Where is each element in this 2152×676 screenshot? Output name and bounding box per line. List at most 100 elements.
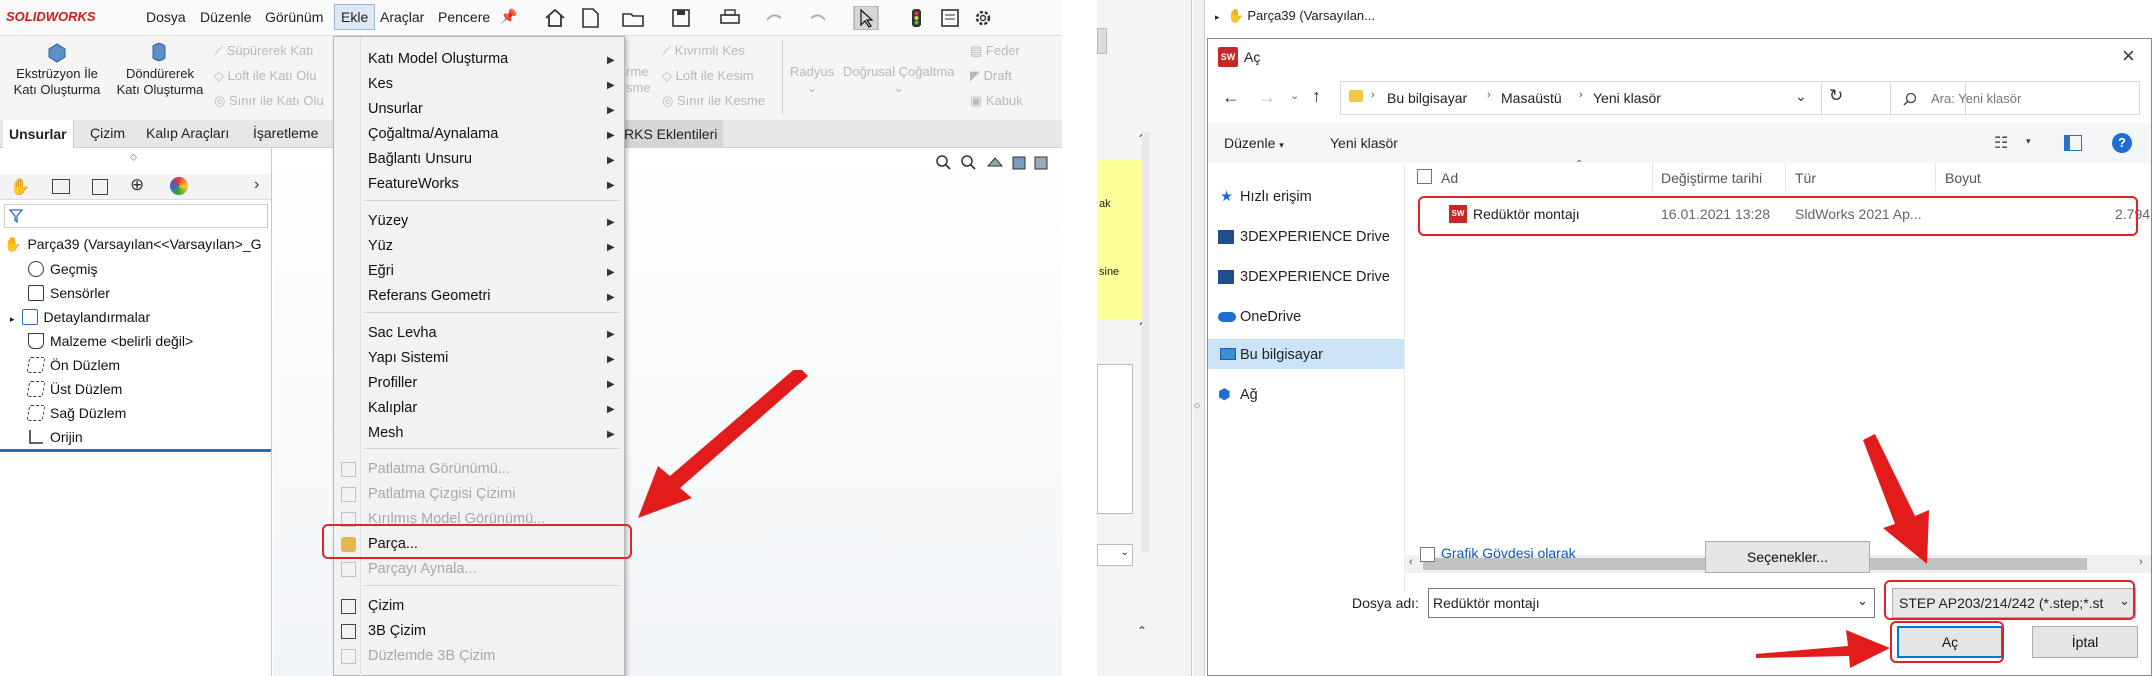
tab-isaretleme[interactable]: İşaretleme [247,125,324,141]
view-list-icon[interactable]: ☷ [1994,133,2008,153]
tree-item-right-plane[interactable]: Sağ Düzlem [26,405,126,421]
splitter[interactable]: ⬦ [1193,0,1205,676]
swept-cut-button[interactable]: ⟋ Kıvrımlı Kes [662,43,745,59]
chevron-right-icon[interactable]: › [254,176,259,194]
nav-network[interactable]: ⬢ Ağ [1218,387,1258,403]
menu-duzenle[interactable]: Düzenle [200,9,251,25]
breadcrumb-masaustu[interactable]: Masaüstü [1501,90,1562,106]
property-manager-tab-icon[interactable] [52,179,70,194]
print-icon[interactable] [720,9,740,24]
menu-item-8[interactable]: Eğri [368,263,394,279]
chevron-down-icon[interactable]: ⌄ [1795,88,1807,105]
tree-item-annotations[interactable]: ▸ Detaylandırmalar [10,309,150,325]
tab-cizim[interactable]: Çizim [84,125,131,141]
linear-pattern-button[interactable]: Doğrusal Çoğaltma ⌄ [843,64,954,96]
revolve-icon[interactable] [148,41,170,63]
tree-item-top-plane[interactable]: Üst Düzlem [26,381,122,397]
menu-item-3[interactable]: Çoğaltma/Aynalama [368,126,498,142]
organize-button[interactable]: Düzenle ▾ [1224,135,1284,151]
menu-item-5[interactable]: FeatureWorks [368,176,459,192]
fillet-button[interactable]: Radyus ⌄ [790,64,834,96]
section-view-icon[interactable] [1012,156,1026,170]
menu-item-14[interactable]: Mesh [368,425,403,441]
file-properties-icon[interactable] [941,9,959,27]
tree-item-material[interactable]: Malzeme <belirli değil> [28,333,193,349]
menu-item-7[interactable]: Yüz [368,238,393,254]
nav-3dexperience-drive-2[interactable]: 3DEXPERIENCE Drive [1218,269,1390,285]
menu-item-6[interactable]: Yüzey [368,213,408,229]
revolve-button[interactable]: Döndürerek Katı Oluşturma [110,66,210,98]
menu-dosya[interactable]: Dosya [146,9,186,25]
tree-root[interactable]: ✋ Parça39 (Varsayılan<<Varsayılan>_G [4,236,262,253]
cancel-button[interactable]: İptal [2032,626,2138,658]
search-input[interactable]: Ara: Yeni klasör [1890,81,2140,115]
display-manager-tab-icon[interactable] [170,177,188,195]
new-document-icon[interactable] [582,8,599,28]
save-icon[interactable] [672,9,690,27]
panel-splitter-icon[interactable]: ⬦ [130,152,137,163]
nav-onedrive[interactable]: OneDrive [1218,309,1301,325]
menu-item-22[interactable]: Düzlemde 3B Çizim [368,648,495,664]
configuration-tab-icon[interactable] [92,179,108,195]
preview-pane-icon[interactable] [2064,135,2082,151]
filter-box[interactable] [4,204,268,228]
up-arrow-icon[interactable]: ↑ [1312,86,1321,107]
breadcrumb-bu-bilgisayar[interactable]: Bu bilgisayar [1387,90,1467,106]
graphics-body-label[interactable]: Grafik Gövdesi olarak [1441,545,1576,561]
address-bar[interactable]: › Bu bilgisayar › Masaüstü › Yeni klasör… [1340,81,1966,115]
back-arrow-icon[interactable]: ← [1222,87,1240,108]
nav-quick-access[interactable]: ★ Hızlı erişim [1220,189,1312,205]
chevron-up-icon-3[interactable]: ⌃ [1137,624,1147,638]
open-folder-icon[interactable] [622,13,644,27]
sweep-button[interactable]: ⟋ Süpürerek Katı [214,43,313,59]
rollback-bar[interactable] [0,449,271,452]
zoom-area-icon[interactable] [961,155,976,170]
options-button[interactable]: Seçenekler... [1705,541,1870,573]
menu-item-13[interactable]: Kalıplar [368,400,417,416]
menu-item-15[interactable]: Patlatma Görünümü... [368,461,510,477]
loft-button[interactable]: ◇ Loft ile Katı Olu [214,68,317,84]
feature-manager-tab-icon[interactable]: ✋ [10,177,30,197]
rib-button[interactable]: ▤ Feder [970,43,1020,59]
tab-addins[interactable]: RKS Eklentileri [618,120,724,148]
select-all-checkbox[interactable] [1417,169,1432,184]
tree-item-origin[interactable]: Orijin [28,429,83,445]
menu-item-1[interactable]: Kes [368,76,393,92]
previous-view-icon[interactable] [986,157,1004,167]
view-orientation-icon[interactable] [1034,156,1048,170]
menu-item-16[interactable]: Patlatma Çizgisi Çizimi [368,486,515,502]
menu-item-20[interactable]: Çizim [368,598,404,614]
menu-item-12[interactable]: Profiller [368,375,417,391]
gear-icon[interactable] [975,10,991,26]
graphics-body-checkbox[interactable] [1420,547,1435,562]
menu-gorunum[interactable]: Görünüm [265,9,323,25]
chevron-down-icon[interactable]: ⌄ [1857,593,1868,609]
tab-kalip-araclari[interactable]: Kalıp Araçları [140,125,235,141]
nav-this-pc[interactable]: Bu bilgisayar [1220,347,1323,363]
shell-button[interactable]: ▣ Kabuk [970,93,1023,109]
column-name[interactable]: Ad [1441,170,1458,186]
traffic-light-icon[interactable] [912,9,921,27]
menu-pencere[interactable]: Pencere [438,9,490,25]
expand-icon[interactable]: ▸ [10,314,15,324]
column-type[interactable]: Tür [1795,170,1816,186]
redo-icon[interactable] [810,14,826,21]
zoom-to-fit-icon[interactable] [936,155,951,170]
loft-cut-button[interactable]: ◇ Loft ile Kesim [662,68,754,84]
tree-item-history[interactable]: Geçmiş [28,261,97,277]
boundary-cut-button[interactable]: ◎ Sınır ile Kesme [662,93,765,109]
dimxpert-tab-icon[interactable]: ⊕ [130,175,144,195]
extrude-icon[interactable] [46,41,68,63]
new-folder-button[interactable]: Yeni klasör [1330,135,1398,151]
extrude-button[interactable]: Ekstrüzyon İle Katı Oluşturma [8,66,106,98]
right-tree-root[interactable]: ▸ ✋ Parça39 (Varsayılan... [1215,8,1375,24]
filename-input[interactable]: Redüktör montajı ⌄ [1428,588,1875,618]
tab-unsurlar[interactable]: Unsurlar [3,120,74,148]
pin-icon[interactable]: 📌 [500,8,517,25]
home-icon[interactable] [545,8,565,27]
menu-item-4[interactable]: Bağlantı Unsuru [368,151,472,167]
menu-item-2[interactable]: Unsurlar [368,101,423,117]
boundary-button[interactable]: ◎ Sınır ile Katı Olu [214,93,324,109]
column-size[interactable]: Boyut [1945,170,1981,186]
menu-item-9[interactable]: Referans Geometri [368,288,491,304]
